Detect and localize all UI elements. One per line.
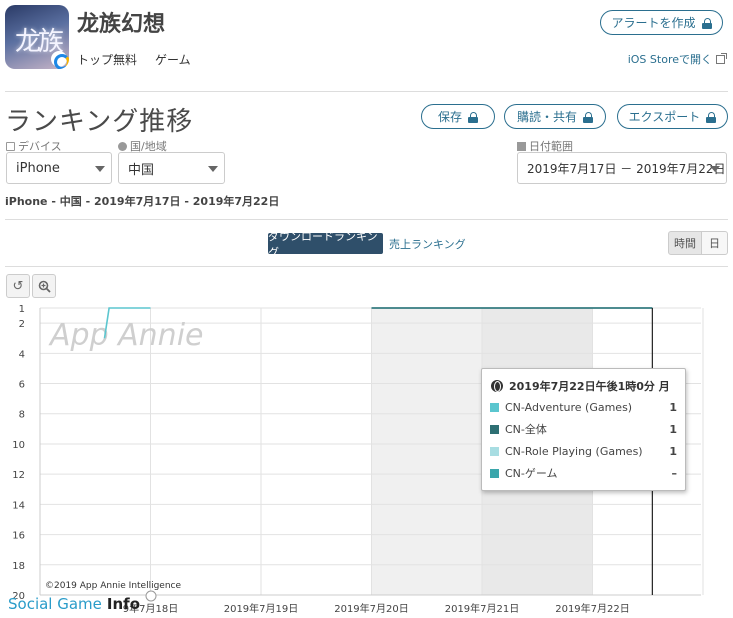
lock-icon [706, 111, 717, 123]
filters-divider [5, 219, 728, 220]
tab-download-ranking[interactable]: ダウンロードランキング [268, 230, 383, 259]
category-rank: トップ無料 [77, 53, 138, 67]
granularity-hourly-button[interactable]: 時間 [668, 231, 702, 255]
chart-copyright: ©2019 App Annie Intelligence [45, 581, 182, 591]
export-button[interactable]: エクスポート [617, 104, 728, 129]
tooltip-series-label: CN-Role Playing (Games) [505, 444, 643, 458]
x-tick-label: 2019年7月19日 [224, 602, 299, 615]
y-tick-label: 8 [19, 410, 25, 421]
device-icon [6, 141, 15, 151]
device-select-value: iPhone [16, 160, 60, 176]
tooltip-title: 2019年7月22日午後1時0分 月 [509, 380, 670, 393]
genre-label[interactable]: ゲーム [155, 51, 191, 68]
zoom-icon [38, 280, 51, 293]
country-select-value: 中国 [128, 162, 155, 178]
lock-icon [583, 111, 593, 123]
header-divider [5, 91, 728, 92]
app-icon: 龙族 [5, 5, 69, 69]
x-tick-label: 2019年7月20日 [334, 602, 409, 615]
series-swatch [490, 424, 499, 434]
y-tick-label: 16 [12, 531, 25, 542]
lock-icon [701, 17, 712, 29]
chevron-down-icon [710, 166, 720, 172]
y-tick-label: 2 [19, 319, 25, 330]
chevron-down-icon [208, 166, 218, 172]
y-tick-label: 4 [19, 349, 25, 360]
weekend-band [371, 308, 482, 595]
x-tick-label: 2019年7月21日 [445, 602, 520, 615]
tabs-divider [5, 266, 728, 267]
ios-store-label: iOS Storeで開く [627, 53, 712, 66]
tooltip-row: CN-Adventure (Games) 1 [490, 400, 677, 414]
save-button[interactable]: 保存 [421, 104, 495, 129]
y-tick-label: 6 [19, 380, 25, 391]
tooltip-series-label: CN-Adventure (Games) [505, 400, 633, 414]
country-select[interactable]: 中国 [118, 152, 225, 184]
publisher-badge-icon [51, 51, 69, 69]
create-alert-label: アラートを作成 [611, 16, 696, 30]
y-tick-label: 1 [19, 304, 25, 315]
watermark-social-game: Social Game [8, 595, 102, 613]
y-tick-label: 18 [12, 561, 25, 572]
date-range-value: 2019年7月17日 － 2019年7月22日 [527, 161, 726, 176]
tooltip-header: 2019年7月22日午後1時0分 月 [491, 378, 670, 394]
export-label: エクスポート [628, 110, 701, 124]
tooltip-row: CN-Role Playing (Games) 1 [490, 444, 677, 458]
range-handle-icon [145, 590, 157, 602]
zoom-button[interactable] [32, 274, 56, 298]
series-swatch [490, 402, 499, 412]
date-range-select[interactable]: 2019年7月17日 － 2019年7月22日 [517, 152, 727, 184]
filter-summary: iPhone - 中国 - 2019年7月17日 - 2019年7月22日 [5, 195, 280, 208]
granularity-daily-button[interactable]: 日 [701, 231, 728, 255]
x-tick-label: 2019年7月22日 [555, 602, 630, 615]
tooltip-series-value: 1 [669, 422, 677, 436]
create-alert-button[interactable]: アラートを作成 [600, 10, 723, 35]
calendar-icon [517, 141, 526, 151]
reset-zoom-button[interactable]: ↺ [6, 274, 30, 298]
device-select[interactable]: iPhone [6, 152, 112, 184]
tooltip-row: CN-全体 1 [490, 422, 677, 436]
y-tick-label: 10 [12, 440, 25, 451]
save-label: 保存 [437, 110, 462, 124]
reset-icon: ↺ [12, 278, 24, 294]
watermark-info: Info [106, 595, 140, 613]
open-ios-store-link[interactable]: iOS Storeで開く [627, 51, 727, 67]
y-tick-label: 12 [12, 470, 25, 481]
tooltip-series-label: CN-全体 [505, 423, 547, 436]
tooltip-row: CN-ゲーム – [490, 466, 677, 480]
globe-icon [491, 380, 503, 392]
tab-revenue-ranking[interactable]: 売上ランキング [389, 236, 466, 252]
tooltip-series-value: 1 [669, 444, 677, 458]
series-swatch [490, 446, 499, 456]
chevron-down-icon [95, 166, 105, 172]
subscribe-share-label: 購読・共有 [516, 110, 577, 124]
source-watermark: Social Game Info [8, 595, 140, 613]
globe-icon [118, 141, 127, 151]
subscribe-share-button[interactable]: 購読・共有 [504, 104, 606, 129]
chart-tooltip: 2019年7月22日午後1時0分 月 CN-Adventure (Games) 1… [481, 368, 686, 491]
external-link-icon [716, 52, 727, 64]
tooltip-series-label: CN-ゲーム [505, 467, 558, 480]
y-tick-label: 14 [12, 500, 25, 511]
lock-icon [468, 111, 478, 123]
chart-watermark: App Annie [48, 318, 204, 353]
section-title: ランキング推移 [5, 107, 194, 137]
tooltip-series-value: – [671, 466, 678, 480]
tooltip-series-value: 1 [669, 400, 677, 414]
series-swatch [490, 468, 499, 478]
app-title: 龙族幻想 [77, 12, 166, 37]
